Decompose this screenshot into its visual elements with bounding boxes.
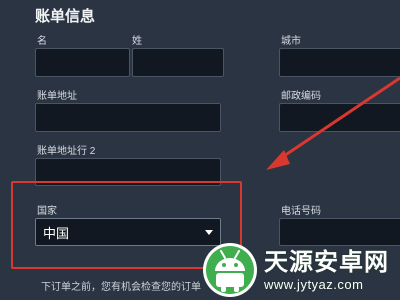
android-logo-icon	[203, 243, 257, 297]
watermark-url: www.jytyaz.com	[264, 276, 364, 292]
watermark: 天源安卓网 www.jytyaz.com	[197, 240, 400, 300]
watermark-brand: 天源安卓网	[264, 248, 389, 276]
